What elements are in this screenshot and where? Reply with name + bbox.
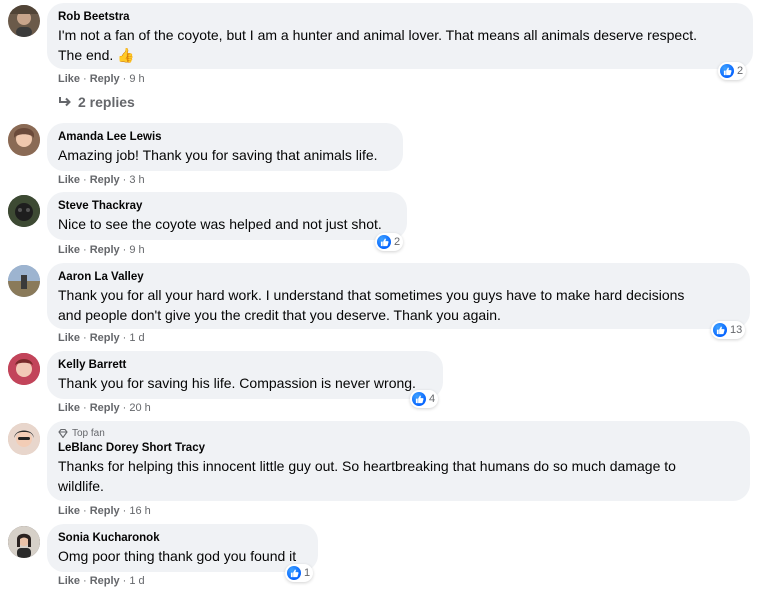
comment-actions: Like · Reply · 1 d bbox=[58, 332, 145, 344]
thumbs-up-icon bbox=[713, 323, 727, 337]
like-link[interactable]: Like bbox=[58, 332, 80, 344]
like-link[interactable]: Like bbox=[58, 73, 80, 85]
thumbs-up-icon bbox=[412, 392, 426, 406]
diamond-icon bbox=[58, 429, 68, 438]
reaction-count[interactable]: 1 bbox=[285, 564, 314, 582]
comment-author[interactable]: Sonia Kucharonok bbox=[58, 531, 308, 546]
comment-text: Omg poor thing thank god you found it bbox=[58, 548, 297, 564]
comment-text: Amazing job! Thank you for saving that a… bbox=[58, 147, 378, 163]
comment-author[interactable]: LeBlanc Dorey Short Tracy bbox=[58, 441, 740, 456]
avatar[interactable] bbox=[8, 526, 40, 558]
comment-actions: Like · Reply · 1 d bbox=[58, 575, 145, 587]
reply-link[interactable]: Reply bbox=[90, 73, 120, 85]
comment-text: wildlife. bbox=[58, 478, 104, 494]
avatar[interactable] bbox=[8, 124, 40, 156]
reply-link[interactable]: Reply bbox=[90, 174, 120, 186]
like-link[interactable]: Like bbox=[58, 505, 80, 517]
view-replies-button[interactable]: 2 replies bbox=[58, 94, 135, 110]
comment-actions: Like · Reply · 16 h bbox=[58, 505, 151, 517]
comment-bubble: Kelly Barrett Thank you for saving his l… bbox=[47, 351, 443, 399]
reaction-number: 1 bbox=[304, 567, 311, 579]
comment-author[interactable]: Steve Thackray bbox=[58, 199, 397, 214]
comment-actions: Like · Reply · 20 h bbox=[58, 402, 151, 414]
avatar[interactable] bbox=[8, 195, 40, 227]
avatar[interactable] bbox=[8, 353, 40, 385]
reply-link[interactable]: Reply bbox=[90, 332, 120, 344]
comment-author[interactable]: Rob Beetstra bbox=[58, 10, 743, 25]
top-fan-label: Top fan bbox=[72, 428, 105, 439]
like-link[interactable]: Like bbox=[58, 174, 80, 186]
comment-actions: Like · Reply · 3 h bbox=[58, 174, 145, 186]
comment-text: Thank you for all your hard work. I unde… bbox=[58, 287, 685, 303]
reaction-number: 2 bbox=[737, 65, 744, 77]
comment-text: and people don't give you the credit tha… bbox=[58, 307, 501, 323]
comment-author[interactable]: Aaron La Valley bbox=[58, 270, 740, 285]
replies-count: 2 replies bbox=[78, 94, 135, 110]
comment-bubble: Rob Beetstra I'm not a fan of the coyote… bbox=[47, 3, 753, 69]
timestamp[interactable]: 3 h bbox=[129, 174, 144, 186]
timestamp[interactable]: 9 h bbox=[129, 244, 144, 256]
comment-actions: Like · Reply · 9 h bbox=[58, 73, 145, 85]
avatar[interactable] bbox=[8, 265, 40, 297]
comment-author[interactable]: Kelly Barrett bbox=[58, 358, 433, 373]
reaction-number: 2 bbox=[394, 236, 401, 248]
comment-bubble: Sonia Kucharonok Omg poor thing thank go… bbox=[47, 524, 318, 572]
comment-author[interactable]: Amanda Lee Lewis bbox=[58, 130, 393, 145]
like-link[interactable]: Like bbox=[58, 575, 80, 587]
like-link[interactable]: Like bbox=[58, 402, 80, 414]
avatar[interactable] bbox=[8, 5, 40, 37]
reply-link[interactable]: Reply bbox=[90, 402, 120, 414]
reply-arrow-icon bbox=[59, 97, 71, 107]
timestamp[interactable]: 1 d bbox=[129, 575, 144, 587]
comment-text: Thanks for helping this innocent little … bbox=[58, 458, 676, 474]
timestamp[interactable]: 16 h bbox=[129, 505, 150, 517]
comment-bubble: Steve Thackray Nice to see the coyote wa… bbox=[47, 192, 407, 240]
timestamp[interactable]: 20 h bbox=[129, 402, 150, 414]
comment-text: The end. 👍 bbox=[58, 47, 135, 63]
reaction-count[interactable]: 2 bbox=[375, 233, 404, 251]
reaction-count[interactable]: 2 bbox=[718, 62, 747, 80]
like-link[interactable]: Like bbox=[58, 244, 80, 256]
comment-actions: Like · Reply · 9 h bbox=[58, 244, 145, 256]
thumbs-up-icon bbox=[287, 566, 301, 580]
comment-text: Thank you for saving his life. Compassio… bbox=[58, 375, 416, 391]
reaction-number: 4 bbox=[429, 393, 436, 405]
avatar[interactable] bbox=[8, 423, 40, 455]
reply-link[interactable]: Reply bbox=[90, 505, 120, 517]
comment-text: Nice to see the coyote was helped and no… bbox=[58, 216, 382, 232]
comment-bubble: Aaron La Valley Thank you for all your h… bbox=[47, 263, 750, 329]
reply-link[interactable]: Reply bbox=[90, 244, 120, 256]
timestamp[interactable]: 9 h bbox=[129, 73, 144, 85]
comment-text: I'm not a fan of the coyote, but I am a … bbox=[58, 27, 697, 43]
top-fan-badge[interactable]: Top fan bbox=[58, 427, 740, 440]
reaction-count[interactable]: 13 bbox=[711, 321, 746, 339]
reply-link[interactable]: Reply bbox=[90, 575, 120, 587]
comment-bubble: Amanda Lee Lewis Amazing job! Thank you … bbox=[47, 123, 403, 171]
reaction-count[interactable]: 4 bbox=[410, 390, 439, 408]
comment-bubble: Top fan LeBlanc Dorey Short Tracy Thanks… bbox=[47, 421, 750, 501]
reaction-number: 13 bbox=[730, 324, 743, 336]
thumbs-up-icon bbox=[720, 64, 734, 78]
timestamp[interactable]: 1 d bbox=[129, 332, 144, 344]
thumbs-up-icon bbox=[377, 235, 391, 249]
